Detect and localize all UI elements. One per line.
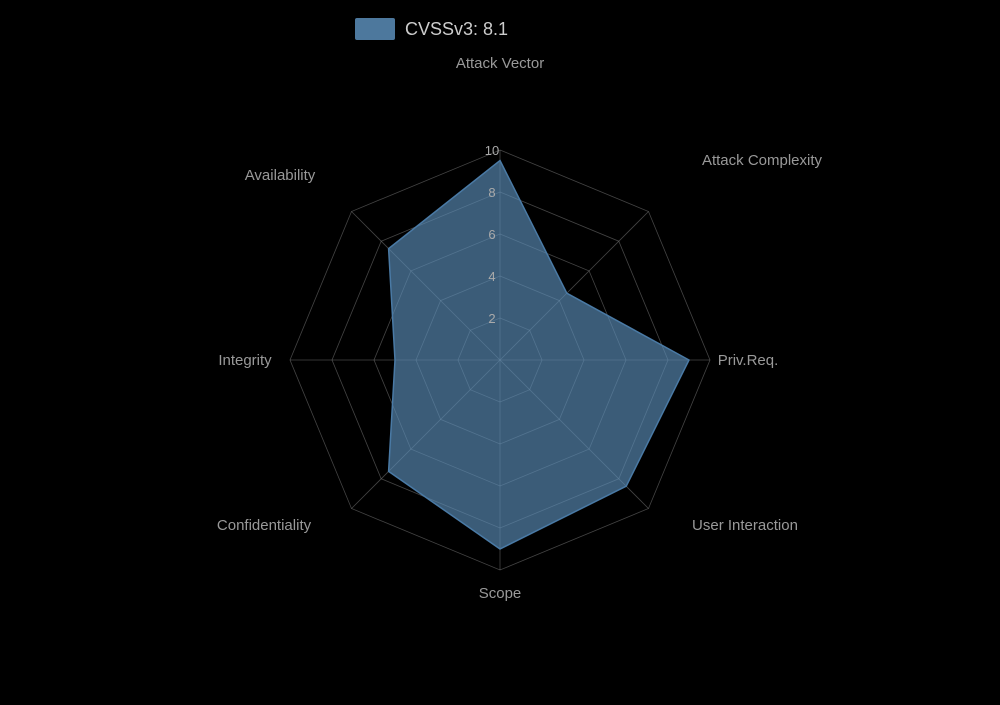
radar-data-polygon	[389, 161, 689, 550]
axis-label-attack-vector: Attack Vector	[456, 55, 544, 72]
axis-label-scope: Scope	[479, 585, 522, 602]
axis-label-user-interaction: User Interaction	[692, 517, 798, 534]
scale-label-10: 10	[485, 143, 499, 158]
axis-label-availability: Availability	[245, 167, 316, 184]
scale-label-8: 8	[488, 185, 495, 200]
axis-label-attack-complexity: Attack Complexity	[702, 152, 823, 169]
axis-label-priv-req: Priv.Req.	[718, 352, 779, 369]
axis-label-confidentiality: Confidentiality	[217, 517, 312, 534]
legend-label: CVSSv3: 8.1	[405, 19, 508, 39]
scale-label-6: 6	[488, 227, 495, 242]
legend-color-box	[355, 18, 395, 40]
chart-container: CVSSv3: 8.1	[0, 0, 1000, 700]
axis-label-integrity: Integrity	[218, 352, 272, 369]
scale-label-4: 4	[488, 269, 495, 284]
scale-label-2: 2	[488, 311, 495, 326]
